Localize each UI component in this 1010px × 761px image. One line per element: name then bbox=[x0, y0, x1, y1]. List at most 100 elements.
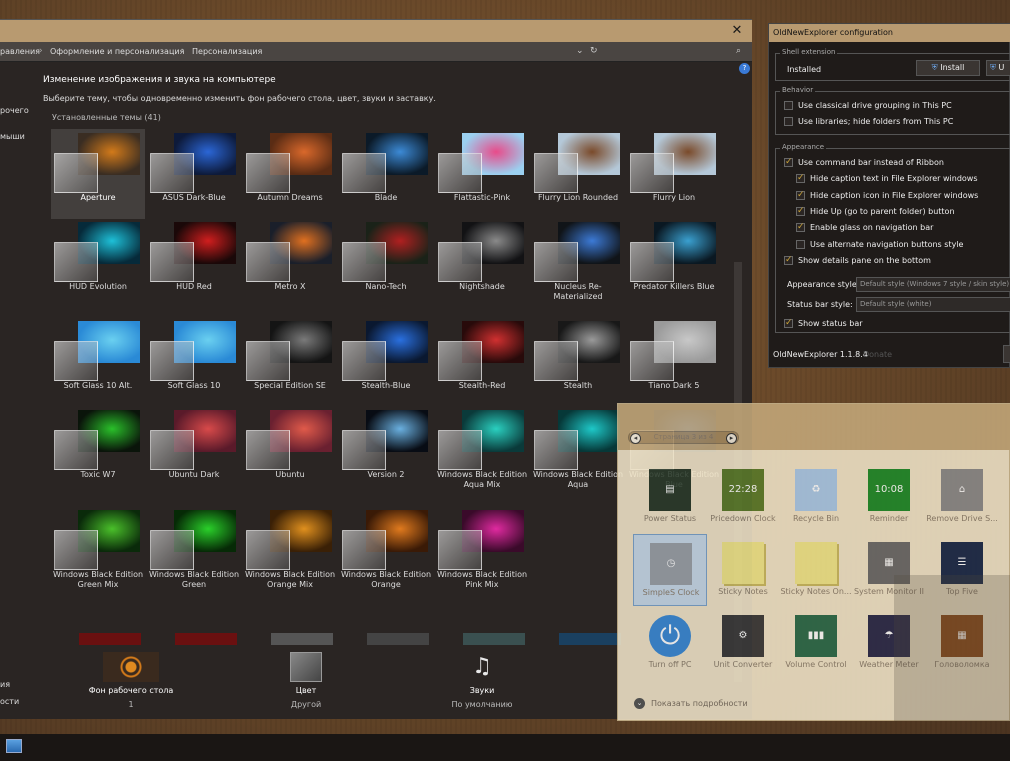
theme-item[interactable]: Nucleus Re-Materialized bbox=[531, 218, 625, 308]
option-checkbox[interactable]: ✓ bbox=[796, 223, 805, 233]
theme-item[interactable]: Stealth-Blue bbox=[339, 317, 433, 407]
theme-preview-partial[interactable] bbox=[79, 633, 141, 645]
theme-preview-partial[interactable] bbox=[463, 633, 525, 645]
theme-color-tile bbox=[342, 242, 386, 282]
config-title[interactable]: OldNewExplorer configuration bbox=[769, 24, 1010, 42]
theme-color-tile bbox=[246, 242, 290, 282]
prev-page-icon[interactable]: ◂ bbox=[630, 433, 641, 444]
color-button[interactable]: Цвет Другой bbox=[270, 652, 342, 709]
theme-item[interactable]: Special Edition SE bbox=[243, 317, 337, 407]
desktop-background-button[interactable]: Фон рабочего стола 1 bbox=[88, 652, 174, 709]
theme-item[interactable]: Stealth-Red bbox=[435, 317, 529, 407]
gadget-item[interactable]: 10:08 Reminder bbox=[852, 461, 926, 533]
option-checkbox[interactable]: ✓ bbox=[796, 206, 805, 216]
appearance-style-select[interactable]: Default style (Windows 7 style / skin st… bbox=[856, 277, 1010, 292]
theme-item[interactable]: Predator Killers Blue bbox=[627, 218, 721, 308]
theme-item[interactable]: Toxic W7 bbox=[51, 406, 145, 496]
gadget-item[interactable]: ⚙ Unit Converter bbox=[706, 607, 780, 679]
theme-name: Nucleus Re-Materialized bbox=[553, 282, 603, 301]
theme-item[interactable]: Soft Glass 10 Alt. bbox=[51, 317, 145, 407]
show-status-bar-checkbox[interactable]: ✓ bbox=[784, 319, 793, 328]
close-config-button[interactable] bbox=[1003, 345, 1010, 363]
theme-name: Stealth bbox=[563, 381, 593, 390]
sounds-label: Звуки bbox=[469, 686, 495, 695]
gadget-label: Volume Control bbox=[785, 660, 847, 669]
gadget-item[interactable]: ⏻ Turn off PC bbox=[633, 607, 707, 679]
theme-item[interactable]: Windows Black Edition Pink Mix bbox=[435, 506, 529, 596]
theme-item[interactable]: Nano-Tech bbox=[339, 218, 433, 308]
theme-name: Special Edition SE bbox=[254, 381, 326, 390]
status-bar-style-select[interactable]: Default style (white) bbox=[856, 297, 1010, 312]
gadget-item[interactable]: ◷ SimpleS Clock bbox=[633, 534, 707, 606]
option-checkbox[interactable]: ✓ bbox=[796, 174, 805, 184]
uninstall-button[interactable]: ⛨ U bbox=[986, 60, 1010, 76]
show-details-toggle[interactable]: ⌄ Показать подробности bbox=[634, 698, 748, 709]
theme-item[interactable]: HUD Evolution bbox=[51, 218, 145, 308]
theme-item[interactable]: Metro X bbox=[243, 218, 337, 308]
gadget-item[interactable]: Sticky Notes bbox=[706, 534, 780, 606]
theme-item[interactable]: Version 2 bbox=[339, 406, 433, 496]
theme-name: Windows Black Edition Green Mix bbox=[52, 570, 144, 589]
taskbar bbox=[0, 734, 1010, 761]
option-checkbox[interactable]: ✓ bbox=[784, 158, 793, 167]
theme-preview bbox=[630, 222, 716, 282]
theme-item[interactable]: Aperture bbox=[51, 129, 145, 219]
theme-item[interactable]: Flurry Lion Rounded bbox=[531, 129, 625, 219]
theme-item[interactable]: Flattastic-Pink bbox=[435, 129, 529, 219]
check-icon: ✓ bbox=[785, 254, 793, 265]
option-checkbox[interactable] bbox=[784, 101, 793, 110]
theme-item[interactable]: Ubuntu Dark bbox=[147, 406, 241, 496]
gadget-item[interactable]: ♻ Recycle Bin bbox=[779, 461, 853, 533]
theme-item[interactable]: Tiano Dark 5 bbox=[627, 317, 721, 407]
theme-preview bbox=[54, 133, 140, 193]
theme-item[interactable]: Autumn Dreams bbox=[243, 129, 337, 219]
theme-item[interactable]: Blade bbox=[339, 129, 433, 219]
theme-preview bbox=[246, 133, 332, 193]
theme-item[interactable]: Windows Black Edition Aqua Mix bbox=[435, 406, 529, 496]
gadget-item[interactable]: ⌂ Remove Drive S... bbox=[925, 461, 999, 533]
next-page-icon[interactable]: ▸ bbox=[726, 433, 737, 444]
option-checkbox[interactable] bbox=[796, 239, 805, 249]
theme-item[interactable]: Flurry Lion bbox=[627, 129, 721, 219]
theme-item[interactable]: Ubuntu bbox=[243, 406, 337, 496]
theme-preview bbox=[342, 510, 428, 570]
option-checkbox[interactable]: ✓ bbox=[784, 254, 793, 265]
option-label: Use classical drive grouping in This PC bbox=[798, 101, 952, 110]
theme-item[interactable]: Windows Black Edition Orange Mix bbox=[243, 506, 337, 596]
uninstall-label: U bbox=[998, 63, 1005, 72]
donate-link[interactable]: Donate bbox=[863, 350, 892, 359]
theme-preview bbox=[54, 410, 140, 470]
gadget-item[interactable]: Sticky Notes On... bbox=[779, 534, 853, 606]
gadget-item[interactable]: 22:28 Pricedown Clock bbox=[706, 461, 780, 533]
gadget-label: Remove Drive S... bbox=[926, 514, 998, 523]
theme-preview-partial[interactable] bbox=[271, 633, 333, 645]
install-button[interactable]: ⛨ Install bbox=[916, 60, 980, 76]
theme-color-tile bbox=[342, 530, 386, 570]
theme-color-tile bbox=[246, 430, 290, 470]
option-checkbox[interactable] bbox=[784, 117, 793, 127]
theme-item[interactable]: Windows Black Edition Aqua bbox=[531, 406, 625, 496]
theme-preview-partial[interactable] bbox=[367, 633, 429, 645]
theme-preview bbox=[534, 410, 620, 470]
theme-item[interactable]: ASUS Dark-Blue bbox=[147, 129, 241, 219]
sounds-button[interactable]: ♫ Звуки По умолчанию bbox=[440, 652, 524, 709]
theme-preview bbox=[342, 133, 428, 193]
gadget-item[interactable]: ▮▮▮ Volume Control bbox=[779, 607, 853, 679]
theme-color-tile bbox=[150, 341, 194, 381]
theme-preview-partial[interactable] bbox=[559, 633, 621, 645]
theme-color-tile bbox=[54, 430, 98, 470]
theme-item[interactable]: Windows Black Edition Green Mix bbox=[51, 506, 145, 596]
theme-item[interactable]: Soft Glass 10 bbox=[147, 317, 241, 407]
theme-item[interactable]: Nightshade bbox=[435, 218, 529, 308]
theme-item[interactable]: HUD Red bbox=[147, 218, 241, 308]
theme-item[interactable]: Stealth bbox=[531, 317, 625, 407]
gadget-item[interactable]: ▤ Power Status bbox=[633, 461, 707, 533]
option-checkbox[interactable]: ✓ bbox=[796, 190, 805, 200]
computer-icon[interactable] bbox=[6, 739, 22, 753]
theme-preview-partial[interactable] bbox=[175, 633, 237, 645]
theme-item[interactable]: Windows Black Edition Orange bbox=[339, 506, 433, 596]
theme-preview bbox=[150, 410, 236, 470]
theme-item[interactable]: Windows Black Edition Green bbox=[147, 506, 241, 596]
install-label: Install bbox=[940, 63, 965, 72]
theme-color-tile bbox=[438, 242, 482, 282]
